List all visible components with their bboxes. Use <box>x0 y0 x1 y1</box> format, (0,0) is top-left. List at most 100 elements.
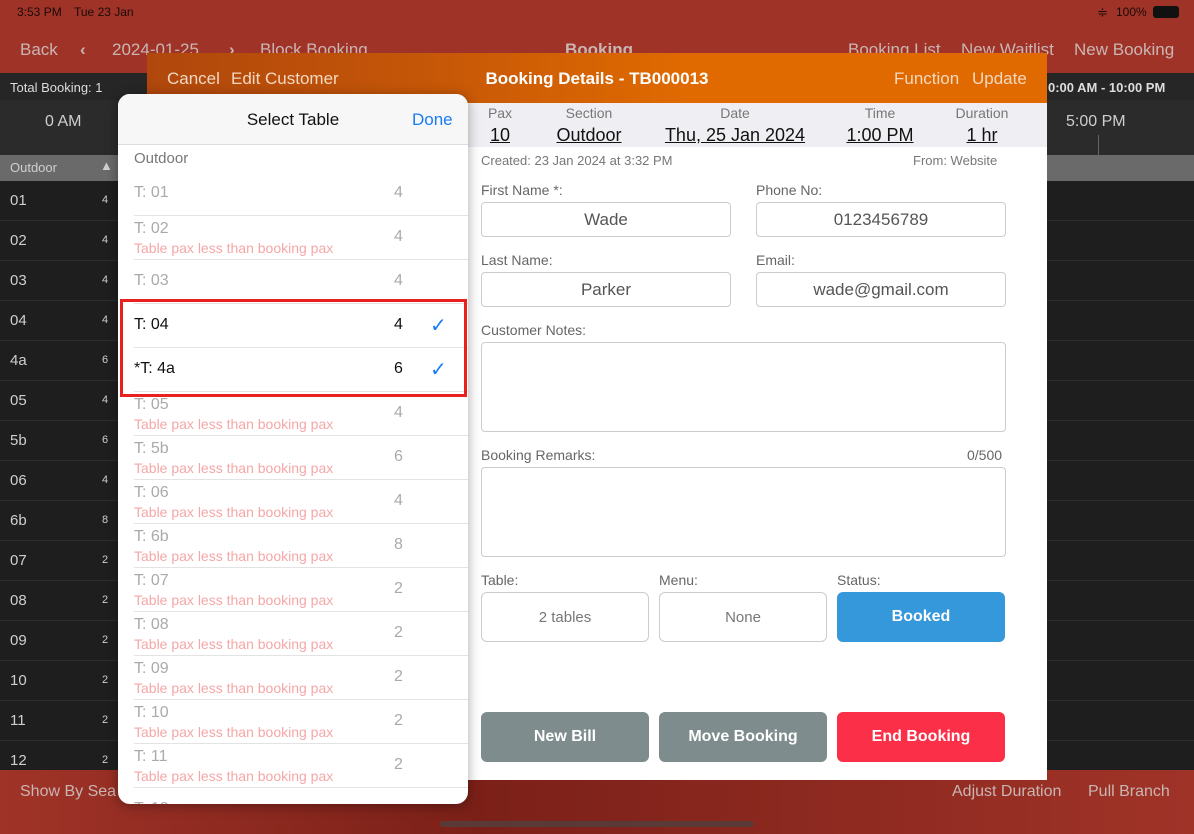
remarks-counter: 0/500 <box>967 447 1003 463</box>
table-option-pax: 2 <box>394 668 403 685</box>
table-option[interactable]: T: 08 Table pax less than booking pax 2 <box>134 612 468 656</box>
table-pax: 4 <box>102 474 109 486</box>
customer-notes-field[interactable] <box>481 342 1006 432</box>
show-by-seat-button[interactable]: Show By Sea <box>20 783 116 801</box>
table-option[interactable]: T: 10 Table pax less than booking pax 2 <box>134 700 468 744</box>
booking-remarks-label: Booking Remarks: <box>481 447 596 463</box>
status-time: 3:53 PM <box>17 5 62 19</box>
table-option[interactable]: T: 03 4 <box>134 260 468 304</box>
prev-date-icon[interactable]: ‹ <box>80 40 86 60</box>
table-number: 03 <box>10 272 27 289</box>
table-option[interactable]: T: 09 Table pax less than booking pax 2 <box>134 656 468 700</box>
table-option-name: T: 02 <box>134 220 169 237</box>
table-pax: 6 <box>102 434 109 446</box>
table-option-pax: 8 <box>394 536 403 553</box>
table-number: 4a <box>10 352 27 369</box>
table-pax: 2 <box>102 634 109 646</box>
table-option[interactable]: T: 11 Table pax less than booking pax 2 <box>134 744 468 788</box>
table-option-name: T: 03 <box>134 272 169 289</box>
pax-warning: Table pax less than booking pax <box>134 416 334 432</box>
menu-label: Menu: <box>659 572 698 588</box>
pax-warning: Table pax less than booking pax <box>134 548 334 564</box>
popover-section-label: Outdoor <box>134 150 189 167</box>
table-pax: 2 <box>102 714 109 726</box>
table-option[interactable]: T: 12 <box>134 788 468 804</box>
date-value[interactable]: Thu, 25 Jan 2024 <box>655 125 815 146</box>
table-number: 04 <box>10 312 27 329</box>
table-option[interactable]: T: 07 Table pax less than booking pax 2 <box>134 568 468 612</box>
total-booking: Total Booking: 1 <box>10 80 103 95</box>
table-option[interactable]: T: 06 Table pax less than booking pax 4 <box>134 480 468 524</box>
new-bill-button[interactable]: New Bill <box>481 712 649 762</box>
move-booking-button[interactable]: Move Booking <box>659 712 827 762</box>
table-number: 12 <box>10 752 27 769</box>
phone-field[interactable]: 0123456789 <box>756 202 1006 237</box>
pax-warning: Table pax less than booking pax <box>134 592 334 608</box>
table-pax: 8 <box>102 514 109 526</box>
selected-tables-highlight <box>120 299 467 397</box>
time-value[interactable]: 1:00 PM <box>835 125 925 146</box>
adjust-duration-button[interactable]: Adjust Duration <box>952 783 1061 801</box>
update-button[interactable]: Update <box>972 69 1027 89</box>
first-name-field[interactable]: Wade <box>481 202 731 237</box>
menu-select-button[interactable]: None <box>659 592 827 642</box>
table-number: 10 <box>10 672 27 689</box>
table-pax: 4 <box>102 194 109 206</box>
table-number: 11 <box>10 712 26 729</box>
section-label: Outdoor <box>10 160 57 175</box>
status-button[interactable]: Booked <box>837 592 1005 642</box>
table-pax: 2 <box>102 554 109 566</box>
duration-label: Duration <box>955 105 1009 121</box>
table-option-name: T: 09 <box>134 660 169 677</box>
table-option-name: T: 11 <box>134 748 168 765</box>
table-pax: 2 <box>102 754 109 766</box>
time-label: Time <box>864 105 896 121</box>
status-label: Status: <box>837 572 881 588</box>
table-option[interactable]: T: 01 4 <box>134 172 468 216</box>
section-value[interactable]: Outdoor <box>539 125 639 146</box>
end-booking-button[interactable]: End Booking <box>837 712 1005 762</box>
pull-branch-button[interactable]: Pull Branch <box>1088 783 1170 801</box>
email-field[interactable]: wade@gmail.com <box>756 272 1006 307</box>
pax-label: Pax <box>487 105 513 121</box>
last-name-field[interactable]: Parker <box>481 272 731 307</box>
home-indicator <box>440 821 754 827</box>
time-label: 5:00 PM <box>1066 113 1126 130</box>
table-label: Table: <box>481 572 519 588</box>
new-booking-button[interactable]: New Booking <box>1074 40 1174 60</box>
table-number: 6b <box>10 512 27 529</box>
collapse-icon[interactable]: ▲ <box>100 158 113 173</box>
table-option-pax: 2 <box>394 712 403 729</box>
battery-percent: 100% <box>1116 5 1147 19</box>
booking-remarks-field[interactable] <box>481 467 1006 557</box>
pax-warning: Table pax less than booking pax <box>134 460 334 476</box>
last-name-label: Last Name: <box>481 252 553 268</box>
table-option-pax: 4 <box>394 184 403 201</box>
table-number: 05 <box>10 392 27 409</box>
table-select-button[interactable]: 2 tables <box>481 592 649 642</box>
table-option-pax: 4 <box>394 228 403 245</box>
table-option[interactable]: T: 02 Table pax less than booking pax 4 <box>134 216 468 260</box>
table-option[interactable]: T: 5b Table pax less than booking pax 6 <box>134 436 468 480</box>
pax-warning: Table pax less than booking pax <box>134 724 334 740</box>
duration-value[interactable]: 1 hr <box>947 125 1017 146</box>
done-button[interactable]: Done <box>412 110 453 130</box>
phone-label: Phone No: <box>756 182 823 198</box>
table-option[interactable]: T: 05 Table pax less than booking pax 4 <box>134 392 468 436</box>
function-button[interactable]: Function <box>894 69 959 89</box>
pax-value[interactable]: 10 <box>485 125 515 146</box>
table-number: 07 <box>10 552 27 569</box>
table-option-pax: 2 <box>394 756 403 773</box>
table-option-name: T: 08 <box>134 616 169 633</box>
table-pax: 4 <box>102 314 109 326</box>
created-info: Created: 23 Jan 2024 at 3:32 PM <box>481 153 673 168</box>
back-button[interactable]: Back <box>20 40 58 60</box>
table-option-pax: 2 <box>394 580 403 597</box>
pax-warning: Table pax less than booking pax <box>134 768 334 784</box>
status-date: Tue 23 Jan <box>74 5 134 19</box>
table-option-name: T: 06 <box>134 484 169 501</box>
table-option-pax: 4 <box>394 404 403 421</box>
table-number: 5b <box>10 432 27 449</box>
table-option[interactable]: T: 6b Table pax less than booking pax 8 <box>134 524 468 568</box>
table-number: 08 <box>10 592 27 609</box>
